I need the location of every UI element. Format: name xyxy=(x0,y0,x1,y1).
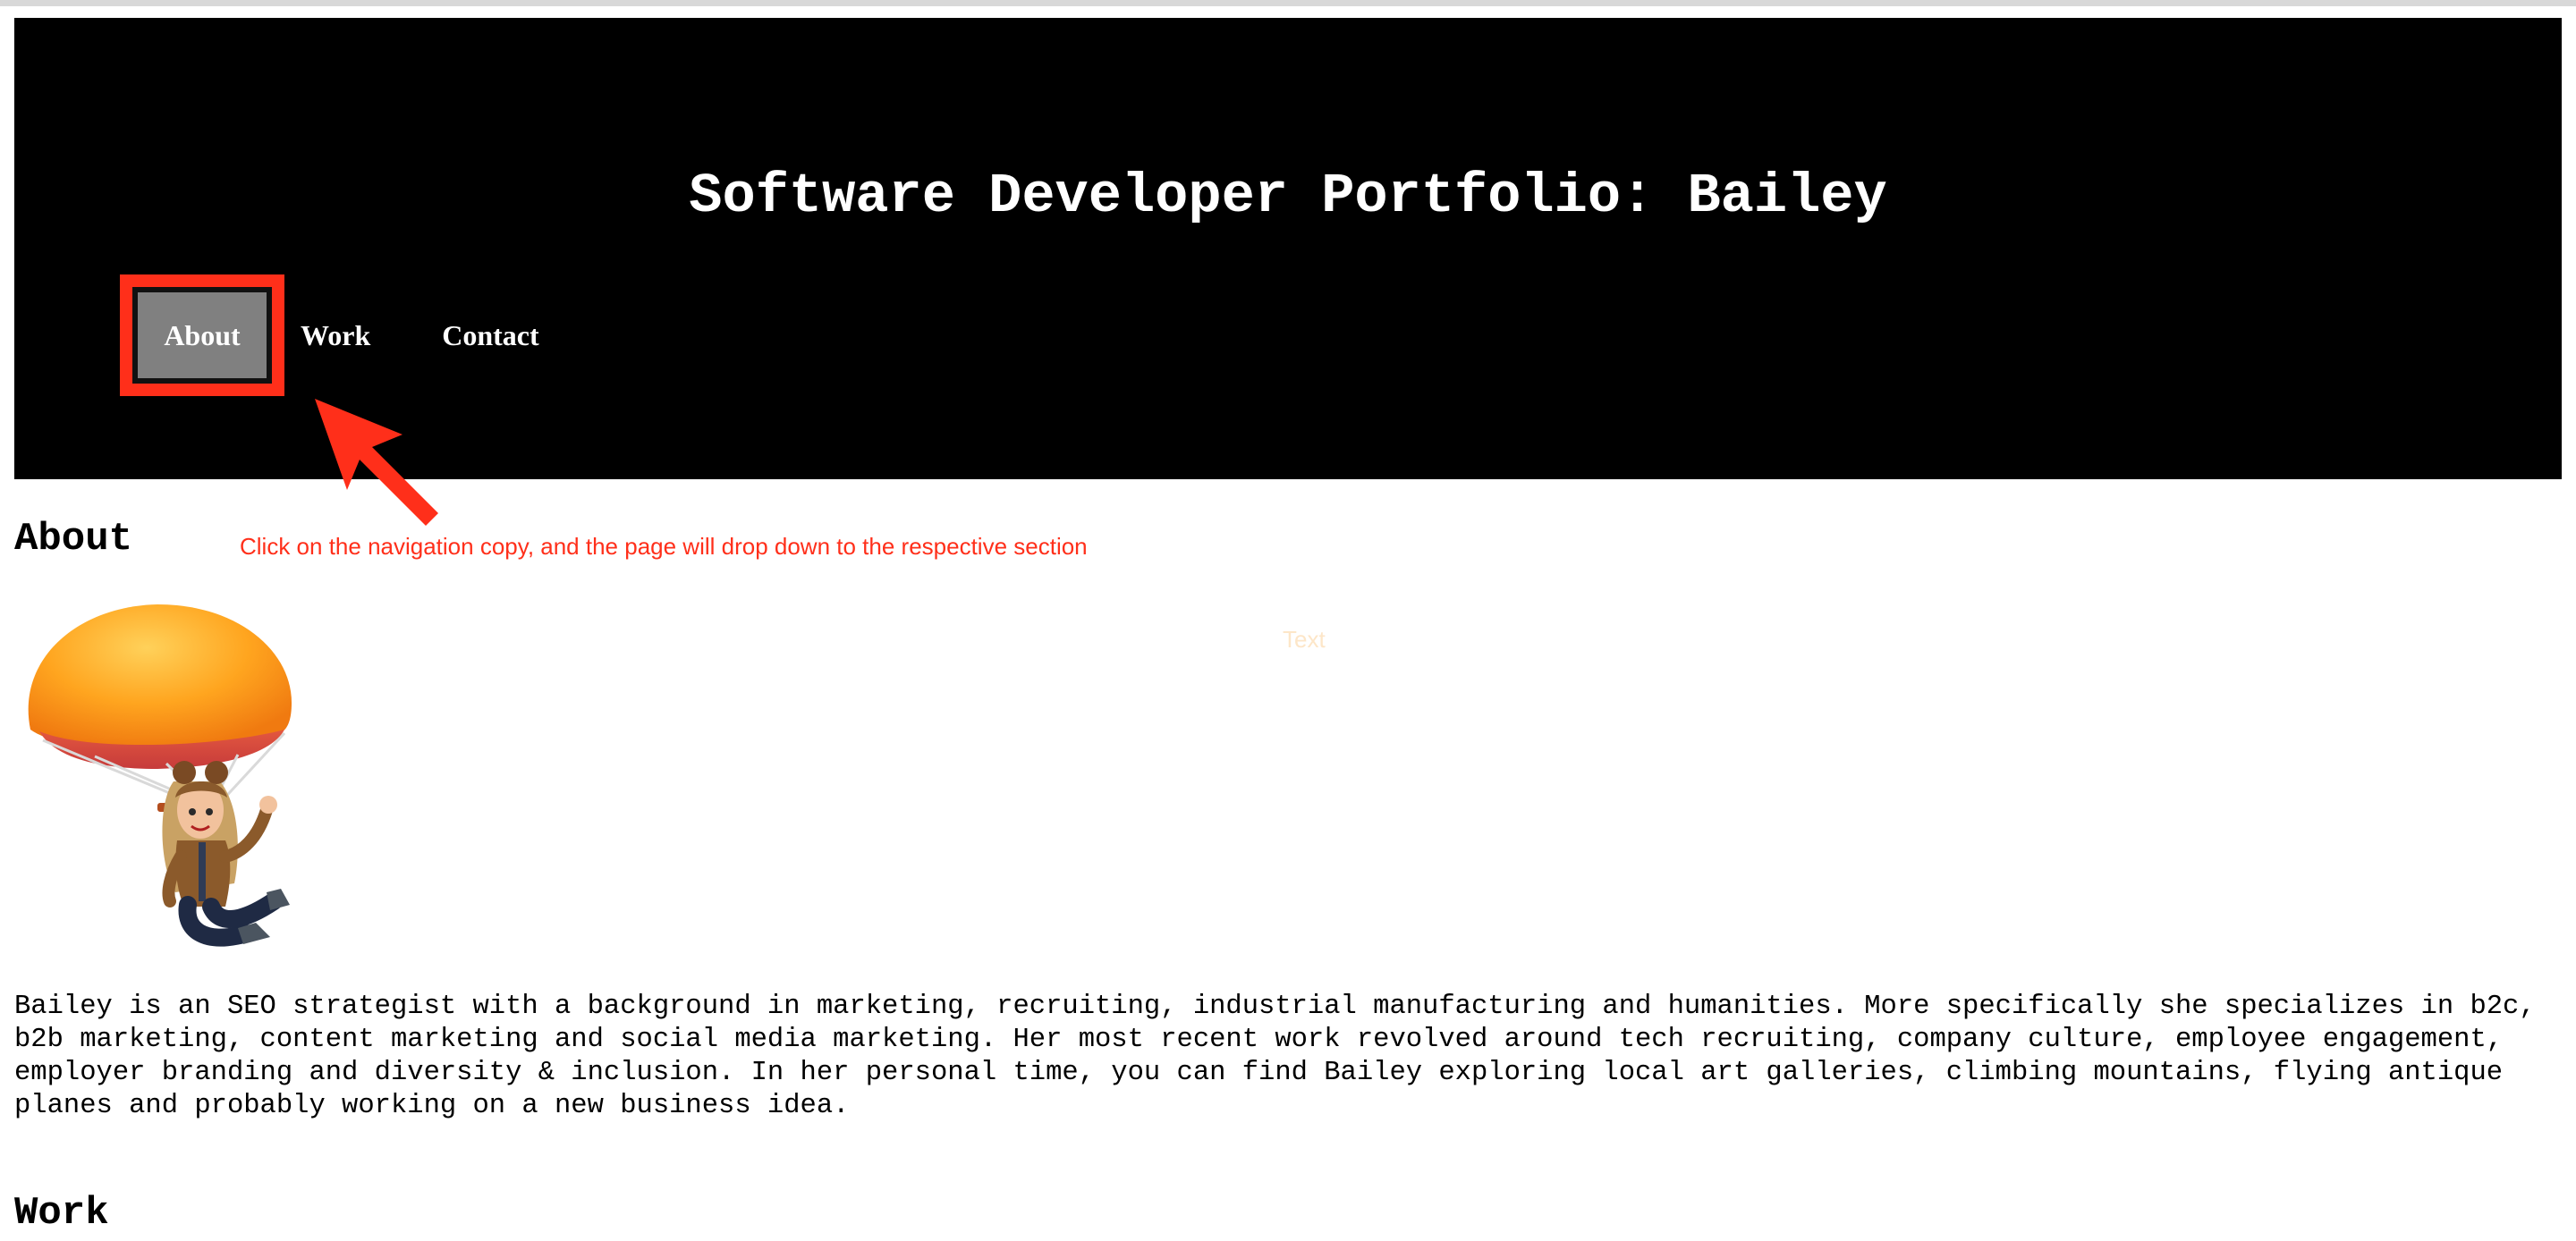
nav-link-contact[interactable]: Contact xyxy=(442,319,538,352)
top-border-gap xyxy=(0,6,2576,11)
top-border xyxy=(0,0,2576,6)
main-nav: About Work Contact xyxy=(120,268,611,402)
parachute-avatar-icon xyxy=(28,604,292,947)
about-heading: About xyxy=(14,517,133,561)
nav-about-highlight-box[interactable]: About xyxy=(120,274,284,396)
placeholder-text: Text xyxy=(1283,626,1326,653)
work-heading: Work xyxy=(14,1191,109,1236)
annotation-arrow-icon xyxy=(315,399,438,526)
page-title: Software Developer Portfolio: Bailey xyxy=(689,165,1887,228)
nav-about-active-bg: About xyxy=(138,292,267,378)
annotation-note: Click on the navigation copy, and the pa… xyxy=(240,533,1088,560)
nav-link-about[interactable]: About xyxy=(164,319,240,352)
nav-link-work[interactable]: Work xyxy=(301,319,370,352)
about-bio: Bailey is an SEO strategist with a backg… xyxy=(14,992,2536,1121)
